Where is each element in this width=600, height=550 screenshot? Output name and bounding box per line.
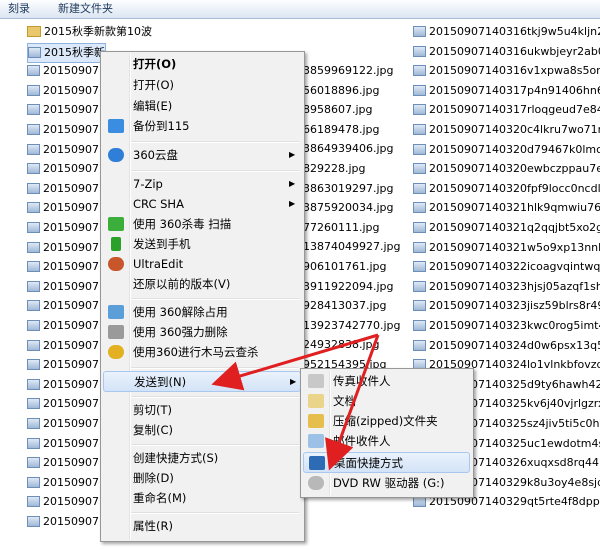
arrow-to-send-to	[211, 333, 379, 391]
annotation-arrows	[211, 333, 380, 471]
arrow-to-desktop-shortcut	[325, 334, 380, 471]
